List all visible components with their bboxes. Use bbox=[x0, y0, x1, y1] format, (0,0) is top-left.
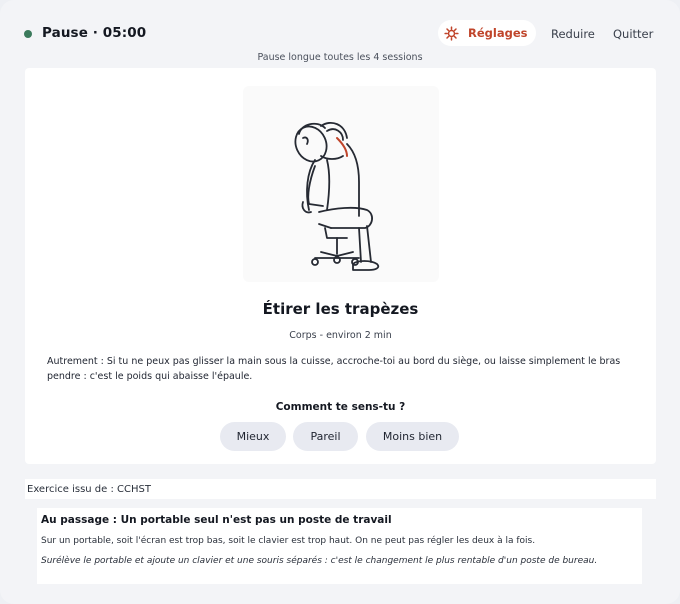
break-timer-title: Pause · 05:00 bbox=[42, 25, 147, 41]
tip-card: Au passage : Un portable seul n'est pas … bbox=[37, 508, 642, 584]
exercise-illustration bbox=[243, 86, 439, 282]
exercise-description: Autrement : Si tu ne peux pas glisser la… bbox=[47, 356, 621, 382]
tip-advice: Surélève le portable et ajoute un clavie… bbox=[41, 556, 598, 566]
status-dot bbox=[24, 30, 32, 38]
session-subtitle: Pause longue toutes les 4 sessions bbox=[257, 52, 423, 63]
break-window: Pause · 05:00 Réglages Reduire Quitter P… bbox=[0, 0, 680, 604]
feel-same-button[interactable]: Pareil bbox=[293, 422, 358, 451]
feel-worse-button[interactable]: Moins bien bbox=[366, 422, 459, 451]
feel-better-button[interactable]: Mieux bbox=[220, 422, 286, 451]
quit-button[interactable]: Quitter bbox=[613, 27, 653, 41]
gear-icon bbox=[444, 25, 459, 41]
settings-button[interactable]: Réglages bbox=[438, 20, 536, 46]
tip-title: Au passage : Un portable seul n'est pas … bbox=[41, 514, 392, 526]
reduce-button[interactable]: Reduire bbox=[551, 27, 595, 41]
feeling-question: Comment te sens-tu ? bbox=[275, 401, 406, 413]
person-stretching-illustration bbox=[294, 122, 380, 271]
exercise-title: Étirer les trapèzes bbox=[262, 300, 419, 318]
settings-label: Réglages bbox=[468, 26, 528, 40]
exercise-meta: Corps - environ 2 min bbox=[289, 330, 392, 341]
tip-body: Sur un portable, soit l'écran est trop b… bbox=[41, 536, 536, 546]
header: Pause · 05:00 Réglages Reduire Quitter P… bbox=[0, 0, 680, 64]
exercise-source: Exercice issu de : CCHST bbox=[25, 479, 656, 499]
exercise-card: Étirer les trapèzes Corps - environ 2 mi… bbox=[25, 68, 656, 464]
